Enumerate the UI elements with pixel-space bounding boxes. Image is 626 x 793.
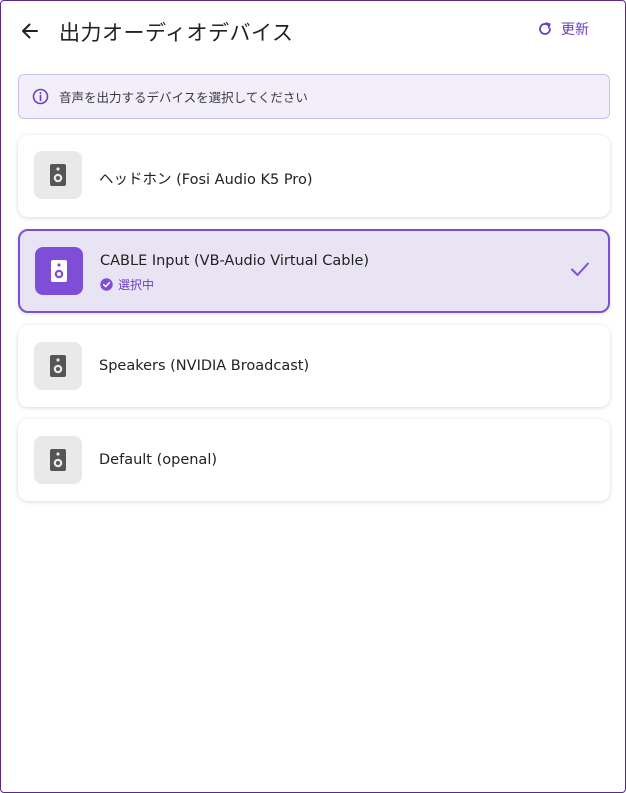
device-item[interactable]: Default (openal) — [18, 419, 610, 501]
device-icon-box — [34, 436, 82, 484]
device-icon-box — [35, 247, 83, 295]
refresh-label: 更新 — [561, 22, 589, 38]
device-name: Speakers (NVIDIA Broadcast) — [99, 358, 310, 374]
selected-status: 選択中 — [100, 276, 154, 293]
page-title: 出力オーディオデバイス — [59, 21, 294, 45]
arrow-left-icon — [22, 23, 38, 39]
back-button[interactable] — [15, 16, 45, 46]
device-item[interactable]: Speakers (NVIDIA Broadcast) — [18, 325, 610, 407]
check-circle-icon — [100, 278, 113, 291]
refresh-icon — [539, 22, 551, 35]
speaker-icon — [51, 260, 67, 282]
info-text: 音声を出力するデバイスを選択してください — [59, 90, 308, 105]
device-name: CABLE Input (VB-Audio Virtual Cable) — [100, 253, 370, 269]
device-name: Default (openal) — [99, 452, 218, 468]
header: 出力オーディオデバイス 更新 — [1, 1, 625, 61]
device-item-selected[interactable]: CABLE Input (VB-Audio Virtual Cable) 選択中 — [18, 229, 610, 313]
app-window: 出力オーディオデバイス 更新 音声を出力するデバイスを選択してください ヘッドホ… — [0, 0, 626, 793]
device-icon-box — [34, 151, 82, 199]
info-icon — [32, 88, 49, 105]
speaker-icon — [50, 164, 66, 186]
speaker-icon — [50, 355, 66, 377]
device-item[interactable]: ヘッドホン (Fosi Audio K5 Pro) — [18, 135, 610, 217]
device-icon-box — [34, 342, 82, 390]
status-label: 選択中 — [118, 278, 155, 292]
refresh-button[interactable]: 更新 — [537, 19, 589, 39]
check-icon — [571, 262, 589, 276]
speaker-icon — [50, 449, 66, 471]
device-name: ヘッドホン (Fosi Audio K5 Pro) — [99, 172, 313, 188]
info-banner: 音声を出力するデバイスを選択してください — [18, 74, 610, 119]
